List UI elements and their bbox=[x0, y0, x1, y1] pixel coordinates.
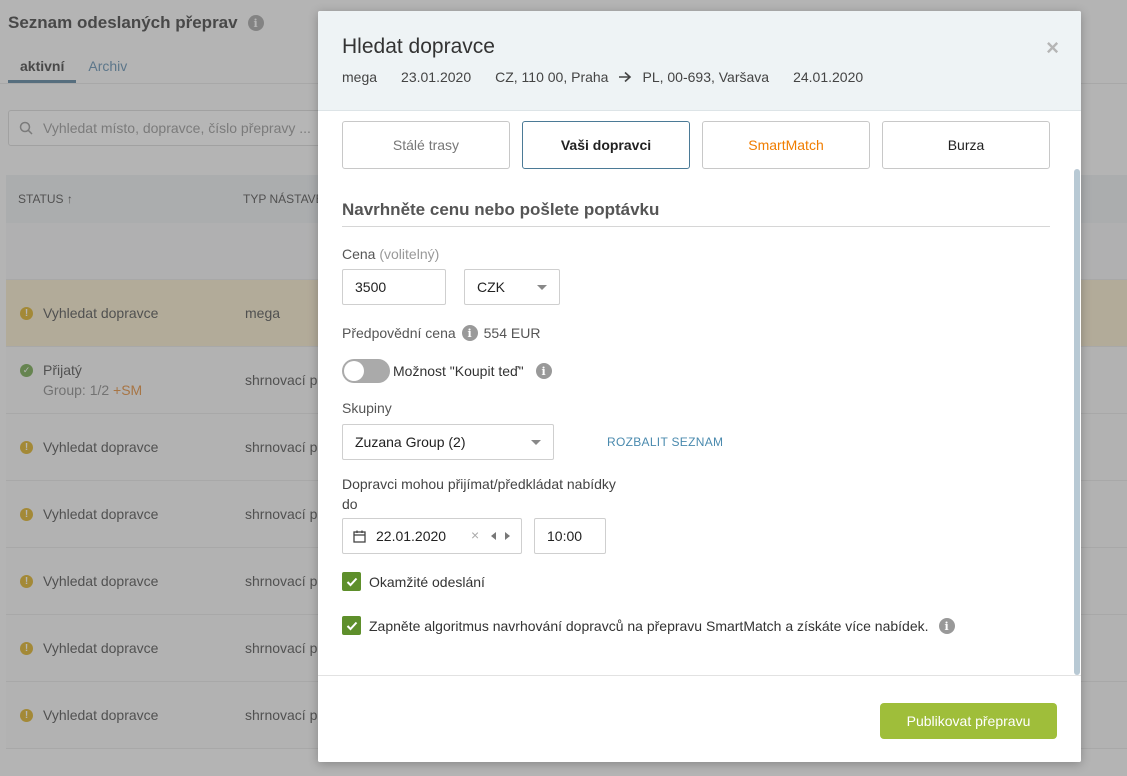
caret-down-icon bbox=[537, 285, 547, 290]
expand-list-link[interactable]: ROZBALIT SEZNAM bbox=[607, 435, 723, 449]
smartmatch-checkbox[interactable] bbox=[342, 616, 361, 635]
modal-title: Hledat dopravce bbox=[342, 35, 495, 58]
divider bbox=[342, 226, 1050, 227]
close-icon[interactable]: × bbox=[1046, 35, 1059, 61]
groups-label: Skupiny bbox=[342, 400, 392, 416]
clear-icon[interactable]: × bbox=[471, 527, 479, 543]
pickup-date: 23.01.2020 bbox=[401, 69, 472, 85]
instant-send-label: Okamžité odeslání bbox=[369, 574, 485, 590]
checkmark-icon bbox=[346, 621, 357, 630]
route-summary: mega 23.01.2020 CZ, 110 00, Praha PL, 00… bbox=[342, 69, 887, 85]
origin: CZ, 110 00, Praha bbox=[495, 69, 609, 85]
predicted-price: Předpovědní cena i 554 EUR bbox=[342, 325, 541, 341]
deadline-date-input[interactable]: 22.01.2020 × bbox=[342, 518, 522, 554]
arrow-right-icon bbox=[619, 71, 632, 83]
tab-fixed-routes[interactable]: Stálé trasy bbox=[342, 121, 510, 169]
buy-now-label: Možnost "Koupit teď" i bbox=[393, 363, 552, 379]
section-title: Navrhněte cenu nebo pošlete poptávku bbox=[342, 200, 660, 219]
deadline-time-input[interactable]: 10:00 bbox=[534, 518, 606, 554]
tab-smartmatch[interactable]: SmartMatch bbox=[702, 121, 870, 169]
deadline-label: Dopravci mohou přijímat/předkládat nabíd… bbox=[342, 476, 616, 512]
vehicle-type: mega bbox=[342, 69, 378, 85]
modal-header: Hledat dopravce × mega 23.01.2020 CZ, 11… bbox=[318, 11, 1081, 111]
price-input[interactable]: 3500 bbox=[342, 269, 446, 305]
buy-now-toggle[interactable] bbox=[342, 359, 390, 383]
info-icon[interactable]: i bbox=[535, 363, 552, 379]
publish-button[interactable]: Publikovat přepravu bbox=[880, 703, 1057, 739]
instant-send-checkbox[interactable] bbox=[342, 572, 361, 591]
currency-select[interactable]: CZK bbox=[464, 269, 560, 305]
info-icon[interactable]: i bbox=[461, 325, 478, 341]
caret-down-icon bbox=[531, 440, 541, 445]
scrollbar[interactable] bbox=[1074, 169, 1080, 675]
modal-footer: Publikovat přepravu bbox=[318, 675, 1081, 762]
tab-your-carriers[interactable]: Vaši dopravci bbox=[522, 121, 690, 169]
toggle-knob bbox=[344, 361, 364, 381]
prev-day-icon[interactable] bbox=[491, 532, 496, 540]
find-carrier-modal: Hledat dopravce × mega 23.01.2020 CZ, 11… bbox=[318, 11, 1081, 762]
next-day-icon[interactable] bbox=[505, 532, 510, 540]
smartmatch-label: Zapněte algoritmus navrhování dopravců n… bbox=[369, 618, 955, 634]
checkmark-icon bbox=[346, 577, 357, 586]
info-icon[interactable]: i bbox=[938, 618, 955, 634]
calendar-icon bbox=[353, 530, 366, 543]
delivery-date: 24.01.2020 bbox=[793, 69, 864, 85]
destination: PL, 00-693, Varšava bbox=[642, 69, 770, 85]
carrier-tabs: Stálé trasy Vaši dopravci SmartMatch Bur… bbox=[342, 121, 1050, 169]
groups-select[interactable]: Zuzana Group (2) bbox=[342, 424, 554, 460]
tab-exchange[interactable]: Burza bbox=[882, 121, 1050, 169]
price-label: Cena (volitelný) bbox=[342, 246, 440, 262]
